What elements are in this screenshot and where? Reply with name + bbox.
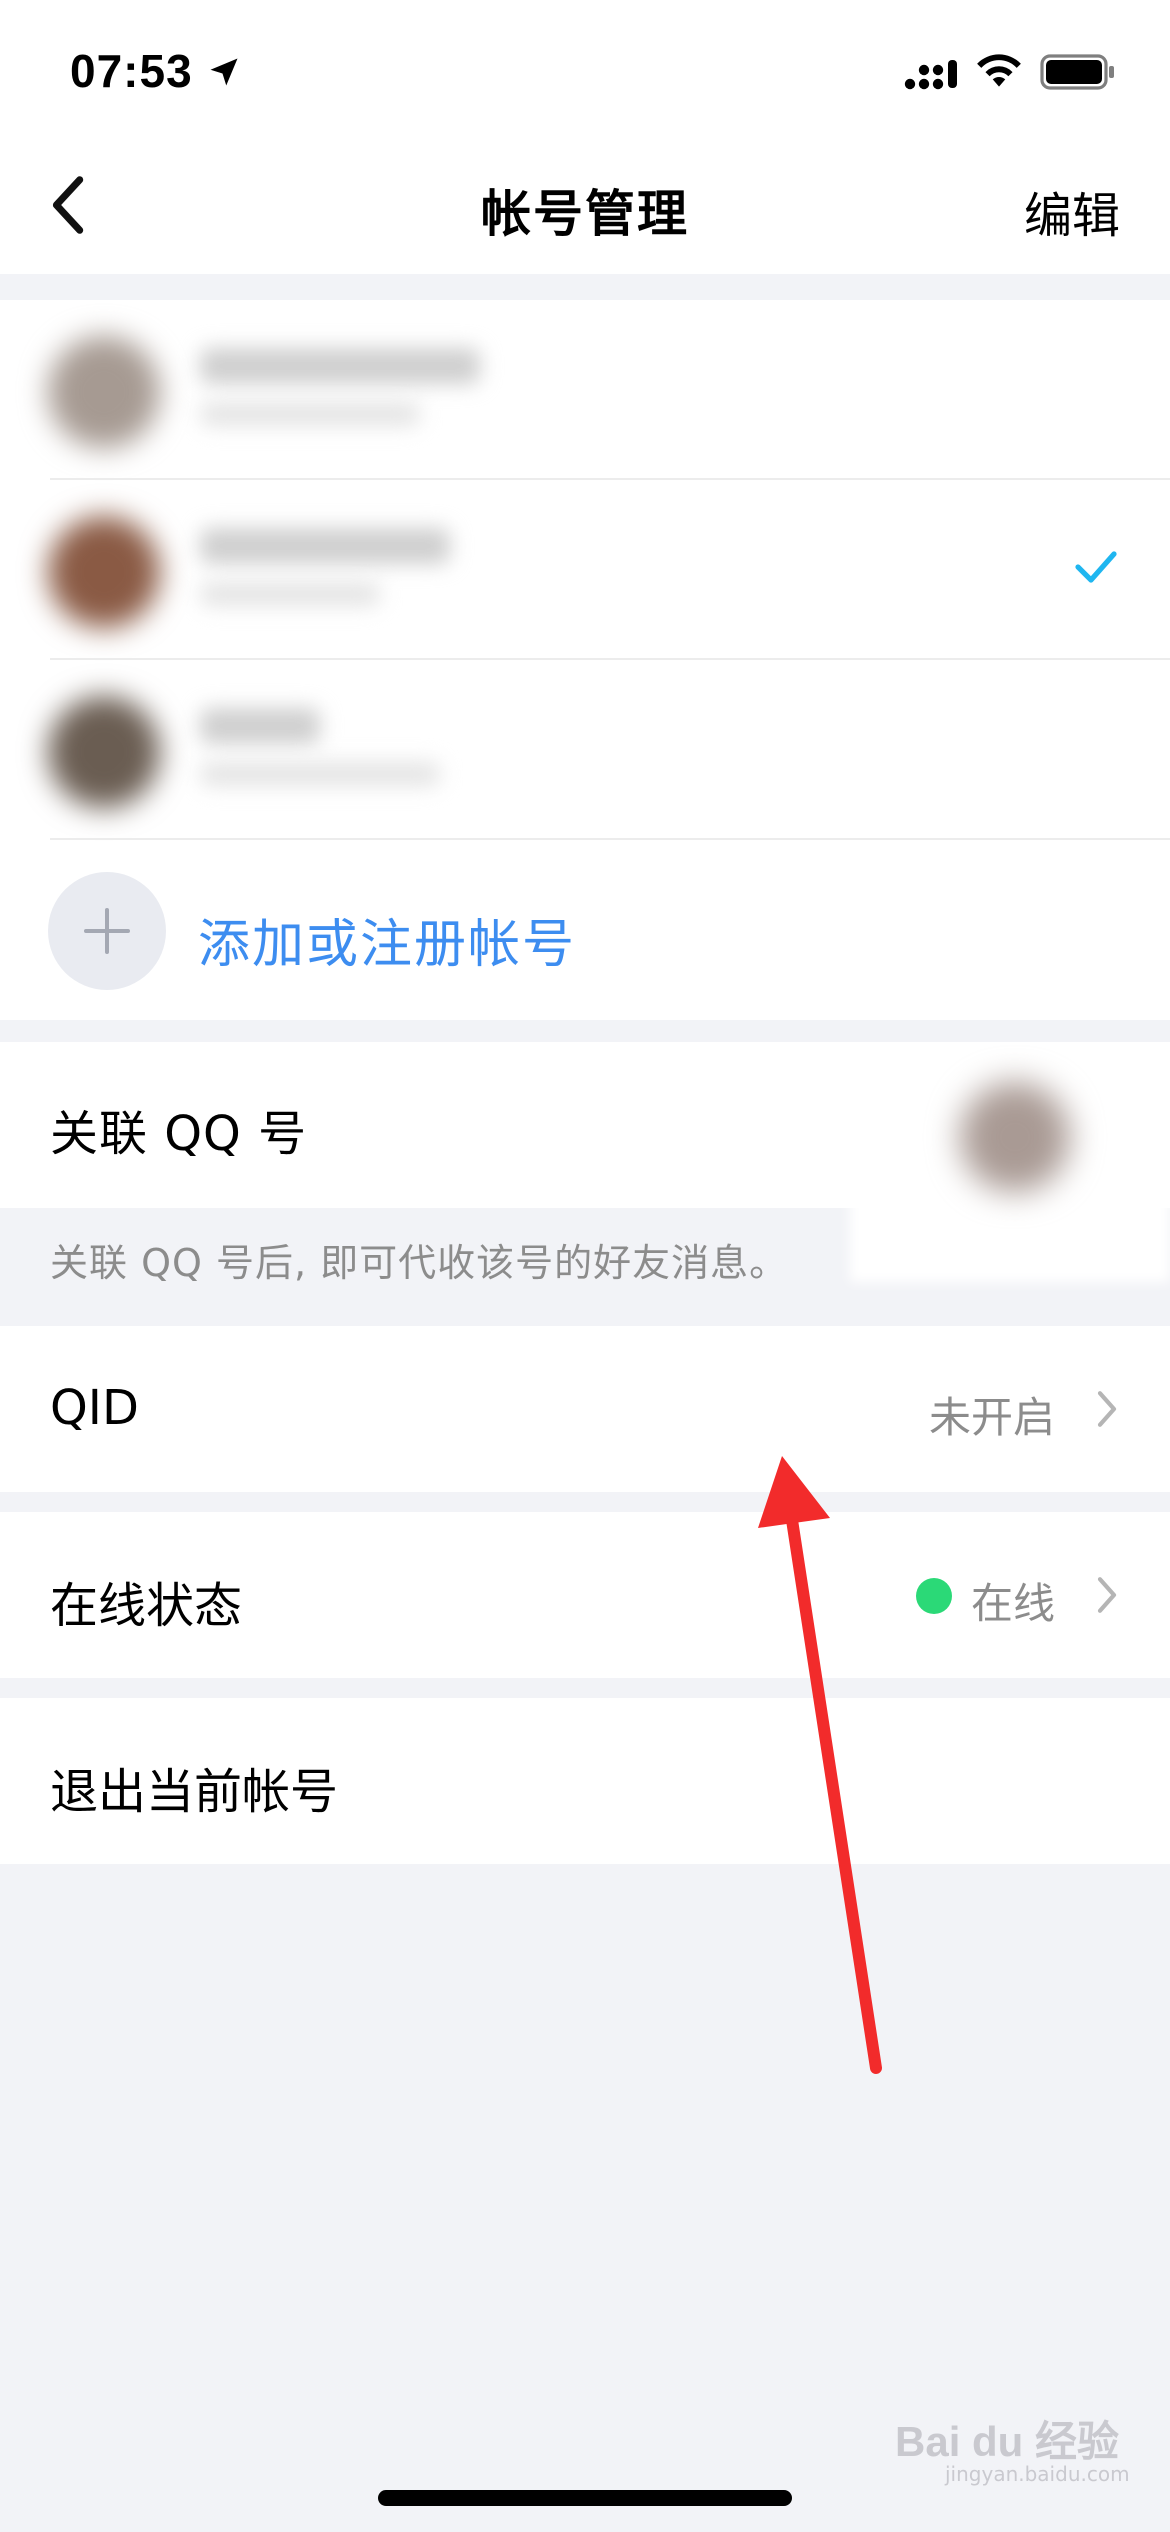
link-qq-label: 关联 QQ 号	[50, 1106, 308, 1162]
account-id-blurred	[200, 762, 440, 786]
qid-label: QID	[50, 1380, 139, 1436]
account-name-blurred	[200, 708, 320, 744]
location-arrow-icon	[210, 58, 238, 86]
online-status-row[interactable]: 在线状态 在线	[0, 1512, 1170, 1678]
account-row[interactable]	[0, 300, 1170, 480]
home-indicator[interactable]	[378, 2490, 792, 2506]
qq-avatar-blurred	[960, 1082, 1070, 1192]
qid-row[interactable]: QID 未开启	[0, 1326, 1170, 1492]
status-time: 07:53	[70, 45, 193, 97]
account-list: 添加或注册帐号	[0, 300, 1170, 1020]
account-name-blurred	[200, 528, 450, 564]
account-name-blurred	[200, 348, 480, 384]
link-qq-note: 关联 QQ 号后, 即可代收该号的好友消息。	[50, 1241, 789, 1285]
account-id-blurred	[200, 582, 380, 606]
nav-bar: 帐号管理 编辑	[0, 140, 1170, 274]
online-status-label: 在线状态	[50, 1578, 243, 1634]
plus-icon	[84, 908, 130, 954]
watermark-url: jingyan.baidu.com	[945, 2462, 1130, 2486]
status-bar: 07:53	[0, 0, 1170, 140]
account-id-blurred	[200, 402, 420, 426]
avatar	[48, 336, 160, 448]
chevron-right-icon	[1097, 1391, 1117, 1427]
check-icon	[1075, 551, 1117, 583]
account-row-selected[interactable]	[0, 480, 1170, 660]
watermark-logo: Bai du 经验	[895, 2418, 1120, 2465]
logout-row[interactable]: 退出当前帐号	[0, 1698, 1170, 1864]
battery-icon	[1040, 54, 1114, 90]
add-account-button[interactable]: 添加或注册帐号	[0, 840, 1170, 1020]
signal-icon	[904, 60, 957, 90]
chevron-right-icon	[1097, 1577, 1117, 1613]
online-status-dot	[916, 1578, 952, 1614]
add-account-label: 添加或注册帐号	[198, 915, 577, 975]
avatar	[48, 696, 160, 808]
wifi-icon	[977, 54, 1021, 87]
annotation-arrow-icon	[758, 1456, 882, 2074]
add-account-circle	[48, 872, 166, 990]
qid-value: 未开启	[928, 1393, 1055, 1442]
logout-label: 退出当前帐号	[50, 1764, 339, 1820]
edit-button[interactable]: 编辑	[1024, 176, 1120, 246]
avatar	[48, 516, 160, 628]
account-row[interactable]	[0, 660, 1170, 840]
link-qq-row[interactable]: 关联 QQ 号	[0, 1042, 1170, 1282]
page-title: 帐号管理	[481, 185, 689, 243]
online-status-value: 在线	[970, 1579, 1055, 1628]
